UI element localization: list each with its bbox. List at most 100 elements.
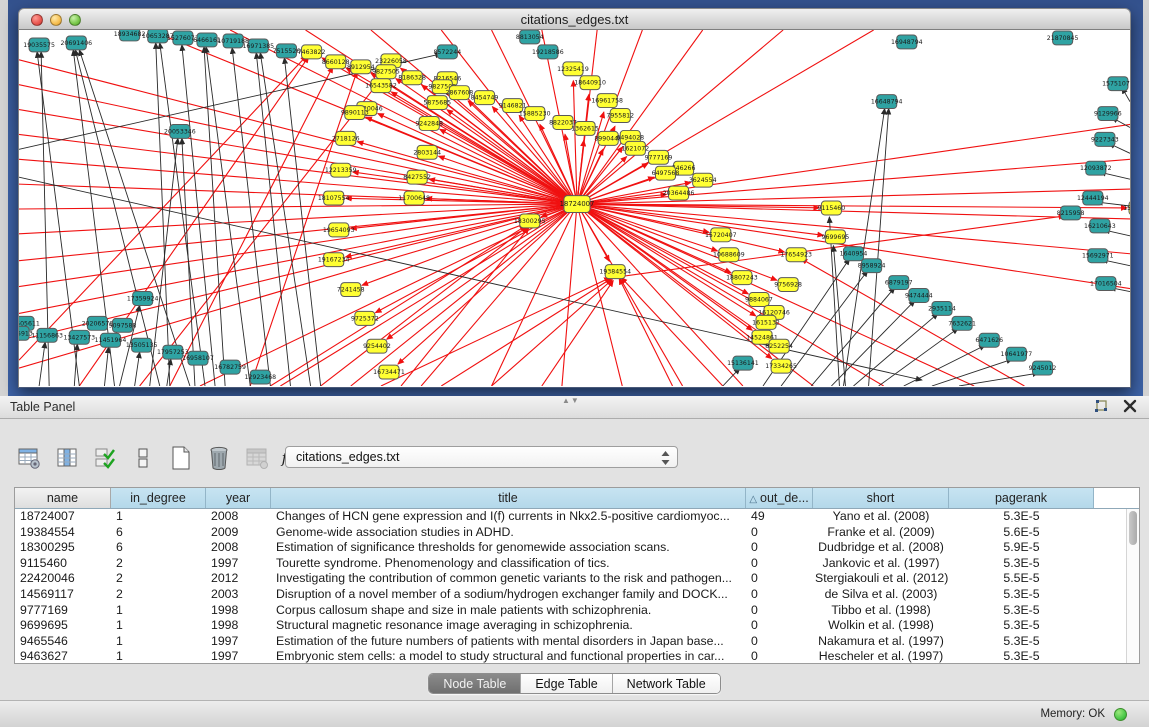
cell-in_degree[interactable]: 1	[111, 634, 206, 650]
cell-out_degree[interactable]: 0	[746, 571, 813, 587]
cell-short[interactable]: Hescheler et al. (1997)	[813, 649, 949, 664]
cell-in_degree[interactable]: 2	[111, 587, 206, 603]
cell-year[interactable]: 2008	[206, 540, 271, 556]
minimize-window-icon[interactable]	[50, 14, 62, 26]
cell-year[interactable]: 1997	[206, 649, 271, 664]
cell-short[interactable]: Franke et al. (2009)	[813, 525, 949, 541]
column-header-out_degree[interactable]: △out_de...	[746, 488, 813, 508]
cell-out_degree[interactable]: 0	[746, 525, 813, 541]
cell-name[interactable]: 9115460	[15, 556, 111, 572]
column-header-year[interactable]: year	[206, 488, 271, 508]
cell-title[interactable]: Structural magnetic resonance image aver…	[271, 618, 746, 634]
network-window-titlebar[interactable]: citations_edges.txt	[18, 8, 1131, 30]
cell-short[interactable]: Dudbridge et al. (2008)	[813, 540, 949, 556]
cell-short[interactable]: de Silva et al. (2003)	[813, 587, 949, 603]
cell-short[interactable]: Jankovic et al. (1997)	[813, 556, 949, 572]
table-vertical-scrollbar[interactable]	[1126, 509, 1139, 663]
cell-out_degree[interactable]: 0	[746, 649, 813, 664]
cell-pagerank[interactable]: 5.3E-5	[949, 603, 1094, 619]
cell-out_degree[interactable]: 0	[746, 618, 813, 634]
column-header-pagerank[interactable]: pagerank	[949, 488, 1094, 508]
tab-edge-table[interactable]: Edge Table	[521, 674, 612, 693]
cell-in_degree[interactable]: 1	[111, 509, 206, 525]
network-canvas[interactable]: 1903557520691406189346821065328715276071…	[18, 30, 1131, 388]
float-panel-icon[interactable]	[1093, 399, 1109, 420]
cell-short[interactable]: Yano et al. (2008)	[813, 509, 949, 525]
table-settings-button[interactable]	[14, 444, 43, 473]
cell-name[interactable]: 14569117	[15, 587, 111, 603]
cell-pagerank[interactable]: 5.6E-5	[949, 525, 1094, 541]
cell-name[interactable]: 9463627	[15, 649, 111, 664]
cell-name[interactable]: 19384554	[15, 525, 111, 541]
cell-name[interactable]: 18300295	[15, 540, 111, 556]
cell-in_degree[interactable]: 6	[111, 525, 206, 541]
cell-title[interactable]: Estimation of the future numbers of pati…	[271, 634, 746, 650]
cell-year[interactable]: 1998	[206, 618, 271, 634]
delete-table-button[interactable]	[204, 444, 233, 473]
cell-title[interactable]: Embryonic stem cells: a model to study s…	[271, 649, 746, 664]
cell-name[interactable]: 9699695	[15, 618, 111, 634]
cell-in_degree[interactable]: 1	[111, 603, 206, 619]
cell-name[interactable]: 18724007	[15, 509, 111, 525]
cell-title[interactable]: Genome-wide association studies in ADHD.	[271, 525, 746, 541]
cell-title[interactable]: Estimation of significance thresholds fo…	[271, 540, 746, 556]
cell-short[interactable]: Nakamura et al. (1997)	[813, 634, 949, 650]
select-rows-button[interactable]	[90, 444, 119, 473]
cell-out_degree[interactable]: 49	[746, 509, 813, 525]
cell-out_degree[interactable]: 0	[746, 634, 813, 650]
cell-pagerank[interactable]: 5.9E-5	[949, 540, 1094, 556]
cell-pagerank[interactable]: 5.3E-5	[949, 618, 1094, 634]
cell-title[interactable]: Investigating the contribution of common…	[271, 571, 746, 587]
show-column-button[interactable]	[52, 444, 81, 473]
cell-name[interactable]: 9465546	[15, 634, 111, 650]
cell-year[interactable]: 1997	[206, 634, 271, 650]
cell-in_degree[interactable]: 6	[111, 540, 206, 556]
cell-name[interactable]: 22420046	[15, 571, 111, 587]
scrollbar-thumb[interactable]	[1129, 511, 1137, 545]
cell-year[interactable]: 2003	[206, 587, 271, 603]
table-row[interactable]: 1830029562008Estimation of significance …	[15, 540, 1126, 556]
table-row[interactable]: 946362711997Embryonic stem cells: a mode…	[15, 649, 1126, 664]
table-row[interactable]: 1938455462009Genome-wide association stu…	[15, 525, 1126, 541]
cell-out_degree[interactable]: 0	[746, 556, 813, 572]
table-row[interactable]: 911546021997Tourette syndrome. Phenomeno…	[15, 556, 1126, 572]
table-row[interactable]: 1456911722003Disruption of a novel membe…	[15, 587, 1126, 603]
cell-out_degree[interactable]: 0	[746, 540, 813, 556]
cell-pagerank[interactable]: 5.3E-5	[949, 509, 1094, 525]
cell-short[interactable]: Tibbo et al. (1998)	[813, 603, 949, 619]
cell-in_degree[interactable]: 2	[111, 571, 206, 587]
cell-short[interactable]: Stergiakouli et al. (2012)	[813, 571, 949, 587]
import-table-button[interactable]	[242, 444, 271, 473]
cell-title[interactable]: Changes of HCN gene expression and I(f) …	[271, 509, 746, 525]
tab-node-table[interactable]: Node Table	[429, 674, 521, 693]
cell-pagerank[interactable]: 5.3E-5	[949, 556, 1094, 572]
cell-pagerank[interactable]: 5.3E-5	[949, 587, 1094, 603]
table-row[interactable]: 2242004622012Investigating the contribut…	[15, 571, 1126, 587]
cell-year[interactable]: 2009	[206, 525, 271, 541]
cell-title[interactable]: Disruption of a novel member of a sodium…	[271, 587, 746, 603]
table-row[interactable]: 946554611997Estimation of the future num…	[15, 634, 1126, 650]
table-row[interactable]: 977716911998Corpus callosum shape and si…	[15, 603, 1126, 619]
cell-name[interactable]: 9777169	[15, 603, 111, 619]
zoom-window-icon[interactable]	[69, 14, 81, 26]
column-header-in_degree[interactable]: in_degree	[111, 488, 206, 508]
table-row[interactable]: 1872400712008Changes of HCN gene express…	[15, 509, 1126, 525]
cell-year[interactable]: 2008	[206, 509, 271, 525]
cell-year[interactable]: 2012	[206, 571, 271, 587]
column-header-title[interactable]: title	[271, 488, 746, 508]
cell-in_degree[interactable]: 1	[111, 649, 206, 664]
cell-in_degree[interactable]: 2	[111, 556, 206, 572]
table-source-select[interactable]: citations_edges.txt	[285, 446, 678, 468]
cell-short[interactable]: Wolkin et al. (1998)	[813, 618, 949, 634]
merge-rows-button[interactable]	[128, 444, 157, 473]
cell-pagerank[interactable]: 5.5E-5	[949, 571, 1094, 587]
close-window-icon[interactable]	[31, 14, 43, 26]
cell-pagerank[interactable]: 5.3E-5	[949, 634, 1094, 650]
cell-title[interactable]: Corpus callosum shape and size in male p…	[271, 603, 746, 619]
column-header-name[interactable]: name	[15, 488, 111, 508]
table-row[interactable]: 969969511998Structural magnetic resonanc…	[15, 618, 1126, 634]
cell-year[interactable]: 1998	[206, 603, 271, 619]
cell-year[interactable]: 1997	[206, 556, 271, 572]
cell-out_degree[interactable]: 0	[746, 603, 813, 619]
cell-title[interactable]: Tourette syndrome. Phenomenology and cla…	[271, 556, 746, 572]
